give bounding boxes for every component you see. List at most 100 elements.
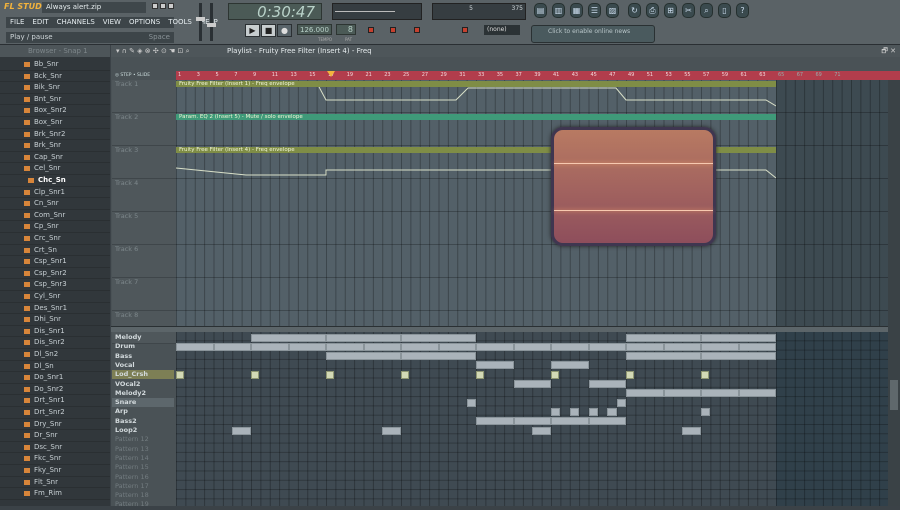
pattern-row-label[interactable]: VOcal2 xyxy=(112,380,174,389)
pattern-row-label[interactable]: Melody xyxy=(112,333,174,342)
pattern-clip[interactable] xyxy=(438,342,476,351)
pattern-clip[interactable] xyxy=(476,342,514,351)
browser-item[interactable]: Brk_Snr2 xyxy=(0,129,110,141)
browser-item[interactable]: Csp_Snr1 xyxy=(0,256,110,268)
pattern-clip[interactable] xyxy=(513,417,551,426)
pattern-clip[interactable] xyxy=(701,352,776,361)
maximize-button[interactable] xyxy=(160,3,166,9)
menu-tools[interactable]: TOOLS xyxy=(168,17,192,28)
pattern-row-label[interactable]: Drum xyxy=(112,342,174,351)
browser-item[interactable]: Cap_Snr xyxy=(0,152,110,164)
browser-item[interactable]: Cn_Snr xyxy=(0,198,110,210)
playlist-window-controls[interactable]: 🗗 ✕ xyxy=(881,45,896,57)
pattern-clip[interactable] xyxy=(626,389,664,398)
snap-toggle[interactable] xyxy=(368,27,374,33)
browser-item[interactable]: Dr_Snr xyxy=(0,430,110,442)
pattern-row-label[interactable]: Snare xyxy=(112,398,174,408)
pattern-row-label[interactable]: Vocal xyxy=(112,361,174,370)
master-volume-slider[interactable] xyxy=(196,3,205,41)
pattern-clip[interactable] xyxy=(588,417,626,426)
automation-clip[interactable]: Fruity Free Filter (Insert 1) - Freq env… xyxy=(176,81,776,87)
time-display[interactable]: 0:30:47 xyxy=(228,3,322,21)
pattern-row-label[interactable]: Arp xyxy=(112,407,174,416)
browser-item[interactable]: Box_Snr xyxy=(0,117,110,129)
pattern-clip[interactable] xyxy=(251,333,326,342)
track-label[interactable]: Track 5 xyxy=(112,212,176,245)
menu-options[interactable]: OPTIONS xyxy=(129,17,160,28)
pattern-clip[interactable] xyxy=(401,352,476,361)
automation-clip[interactable]: Param. EQ 2 (Insert 5) - Mute / solo env… xyxy=(176,114,776,120)
metronome-toggle[interactable] xyxy=(462,27,468,33)
pattern-clip[interactable] xyxy=(232,426,251,435)
browser-item[interactable]: Csp_Snr2 xyxy=(0,268,110,280)
pattern-row-label[interactable]: Melody2 xyxy=(112,389,174,398)
master-pitch-slider[interactable] xyxy=(207,3,216,41)
pattern-clip[interactable] xyxy=(551,417,589,426)
browser-item[interactable]: Chc_Sn xyxy=(0,175,110,187)
cut-icon[interactable]: ✂ xyxy=(682,3,695,18)
track-grid-empty[interactable] xyxy=(776,80,888,326)
pattern-row-label[interactable]: Pattern 15 xyxy=(112,463,174,472)
browser-item[interactable]: Brk_Snr xyxy=(0,140,110,152)
pattern-clip[interactable] xyxy=(701,370,710,379)
pattern-clip[interactable] xyxy=(588,380,626,388)
pattern-clip[interactable] xyxy=(551,407,561,416)
pattern-clip[interactable] xyxy=(569,407,580,416)
browser-item[interactable]: Fky_Snr xyxy=(0,465,110,477)
piano-roll-icon[interactable]: ▦ xyxy=(570,3,583,18)
browser-item[interactable]: Drt_Snr1 xyxy=(0,395,110,407)
pattern-clip[interactable] xyxy=(663,389,701,398)
filter-cutoff-line[interactable] xyxy=(554,163,713,164)
browser-item[interactable]: Com_Snr xyxy=(0,210,110,222)
browser-item[interactable]: Fkc_Snr xyxy=(0,453,110,465)
record-button[interactable]: ● xyxy=(277,24,292,37)
mixer-icon[interactable]: ▨ xyxy=(606,3,619,18)
browser-item[interactable]: Csp_Snr3 xyxy=(0,279,110,291)
pattern-row-label[interactable]: Pattern 13 xyxy=(112,445,174,454)
pattern-clip[interactable] xyxy=(251,342,289,351)
pattern-clip[interactable] xyxy=(551,370,560,379)
browser-item[interactable]: Dsc_Snr xyxy=(0,442,110,454)
browser-item[interactable]: Dis_Snr2 xyxy=(0,337,110,349)
pattern-clip[interactable] xyxy=(363,342,401,351)
help-icon[interactable]: ? xyxy=(736,3,749,18)
browser-item[interactable]: Des_Snr1 xyxy=(0,303,110,315)
step-sequencer-icon[interactable]: ▥ xyxy=(552,3,565,18)
track-label[interactable]: Track 1 xyxy=(112,80,176,113)
pattern-clip[interactable] xyxy=(551,342,589,351)
track-label[interactable]: Track 4 xyxy=(112,179,176,212)
pattern-row-label[interactable]: Bass2 xyxy=(112,417,174,426)
pattern-clip[interactable] xyxy=(326,370,335,379)
pattern-grid-empty[interactable] xyxy=(776,332,888,506)
pattern-clip[interactable] xyxy=(326,333,401,342)
pattern-clip[interactable] xyxy=(532,426,551,435)
undo-icon[interactable]: ↻ xyxy=(628,3,641,18)
step-edit-toggle[interactable] xyxy=(414,27,420,33)
track-label[interactable]: Track 3 xyxy=(112,146,176,179)
pattern-clip[interactable] xyxy=(626,370,635,379)
pattern-clip[interactable] xyxy=(701,407,711,416)
pattern-clip[interactable] xyxy=(738,342,776,351)
filter-resonance-line[interactable] xyxy=(554,210,713,211)
menu-edit[interactable]: EDIT xyxy=(32,17,48,28)
pattern-clip[interactable] xyxy=(382,426,401,435)
pattern-clip[interactable] xyxy=(513,380,551,388)
pattern-row-label[interactable]: Pattern 19 xyxy=(112,500,174,509)
play-button[interactable]: ▶ xyxy=(245,24,260,37)
track-label[interactable]: Track 7 xyxy=(112,278,176,311)
pattern-row-label[interactable]: Bass xyxy=(112,352,174,361)
playlist-window-icon[interactable]: ▤ xyxy=(534,3,547,18)
track-label[interactable]: Track 6 xyxy=(112,245,176,278)
pattern-clip[interactable] xyxy=(701,342,739,351)
browser-item[interactable]: Dis_Snr1 xyxy=(0,326,110,338)
browser-item[interactable]: Dry_Snr xyxy=(0,419,110,431)
menu-channels[interactable]: CHANNELS xyxy=(57,17,95,28)
pattern-clip[interactable] xyxy=(701,389,739,398)
notes-icon[interactable]: ▯ xyxy=(718,3,731,18)
preset-select[interactable]: (none) xyxy=(484,25,520,35)
pattern-clip[interactable] xyxy=(513,342,551,351)
track-label[interactable]: Track 2 xyxy=(112,113,176,146)
browser-item[interactable]: Bnt_Snr xyxy=(0,94,110,106)
save-icon[interactable]: ⎙ xyxy=(646,3,659,18)
tempo-display[interactable]: 126.000 xyxy=(297,24,332,35)
